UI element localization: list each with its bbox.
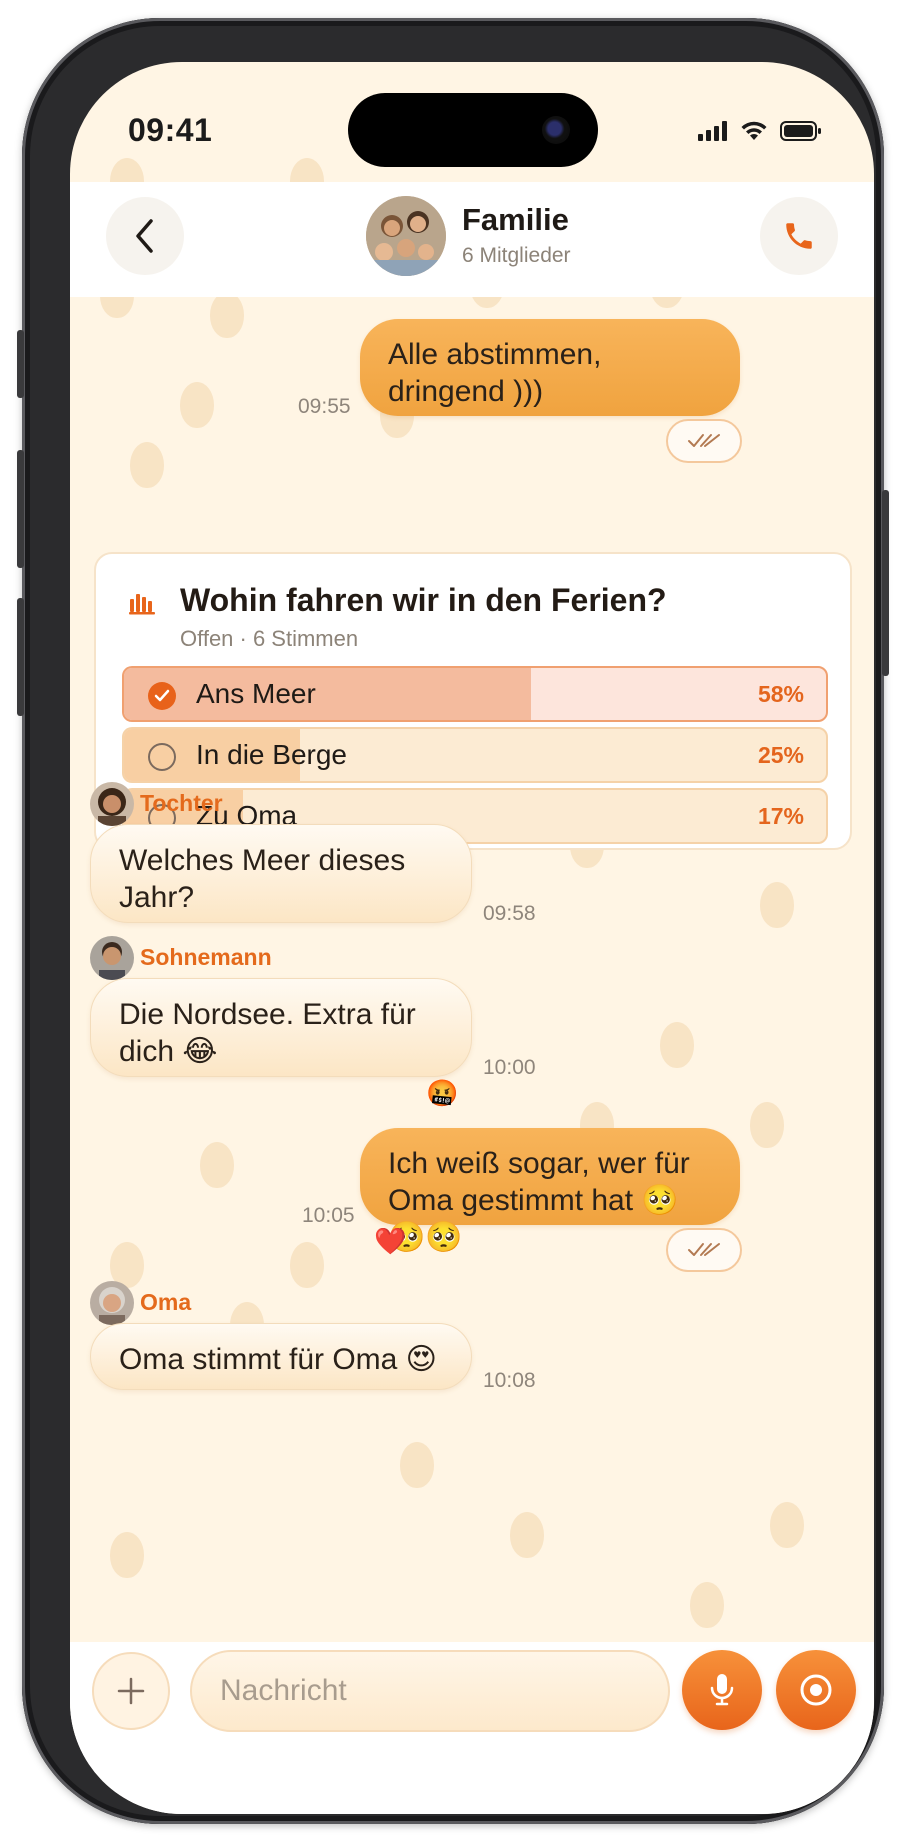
power-button — [882, 490, 889, 676]
chevron-left-icon — [136, 219, 153, 253]
grandma-avatar-icon — [90, 1281, 134, 1325]
phone-frame: 09:41 Familie 6 Mitglieder Alle abstimme… — [17, 18, 889, 1824]
attach-button[interactable] — [92, 1652, 170, 1730]
message-bubble-outgoing[interactable]: Ich weiß sogar, wer für Oma gestimmt hat… — [360, 1128, 740, 1254]
volume-up-button — [17, 450, 24, 568]
message-bubble-incoming[interactable]: Oma stimmt für Oma 😍 — [90, 1323, 472, 1390]
group-name: Familie — [462, 202, 569, 237]
message-time: 10:05 — [302, 1204, 355, 1227]
microphone-icon — [710, 1674, 734, 1706]
message-bubble-outgoing[interactable]: Alle abstimmen, dringend ))) — [360, 319, 740, 416]
chat-header: Familie 6 Mitglieder — [70, 182, 874, 297]
message-text: Alle abstimmen, dringend ))) — [388, 338, 602, 408]
voice-message-button[interactable] — [682, 1650, 762, 1730]
phone-icon — [786, 223, 812, 249]
poll-option-label: Ans Meer — [196, 678, 316, 709]
message-bubble-incoming[interactable]: Die Nordsee. Extra für dich 😂 — [90, 978, 472, 1077]
poll-option[interactable]: Ans Meer 58% — [122, 666, 828, 722]
message-composer — [70, 1642, 874, 1814]
poll-option[interactable]: In die Berge 25% — [122, 727, 828, 783]
poll-option-label: In die Berge — [196, 739, 347, 770]
poll-option-fill — [124, 668, 532, 720]
reaction-emoji[interactable]: 🤬 — [426, 1078, 458, 1108]
poll-option-percent: 17% — [757, 803, 804, 829]
avatar[interactable] — [90, 936, 134, 980]
message-time: 09:58 — [483, 902, 536, 925]
message-input[interactable] — [190, 1650, 670, 1732]
message-text: Oma stimmt für Oma 😍 — [119, 1343, 437, 1376]
message-time: 10:08 — [483, 1369, 536, 1392]
read-receipt-badge — [666, 1228, 742, 1272]
read-receipt-badge — [666, 419, 742, 463]
poll-option-percent: 58% — [757, 681, 804, 707]
volume-down-button — [17, 598, 24, 716]
avatar[interactable] — [90, 1281, 134, 1325]
son-avatar-icon — [90, 936, 134, 980]
poll-meta: Offen · 6 Stimmen — [180, 626, 359, 651]
plus-icon — [117, 1677, 145, 1705]
checkmark-icon — [148, 682, 176, 710]
radio-icon — [148, 743, 176, 771]
member-count: 6 Mitglieder — [462, 244, 571, 267]
double-check-icon — [688, 434, 720, 447]
reaction-emoji[interactable]: ❤️ — [374, 1226, 406, 1256]
silent-switch — [17, 330, 24, 398]
front-camera-icon — [542, 116, 570, 144]
message-text: Welches Meer dieses Jahr? — [119, 844, 406, 914]
record-icon — [800, 1674, 832, 1706]
sender-name: Sohnemann — [140, 944, 272, 970]
wifi-icon — [741, 121, 767, 140]
message-time: 09:55 — [298, 395, 351, 418]
call-button[interactable] — [760, 197, 838, 275]
sender-name: Tochter — [140, 790, 223, 816]
message-bubble-incoming[interactable]: Welches Meer dieses Jahr? — [90, 824, 472, 923]
record-button[interactable] — [776, 1650, 856, 1730]
status-time: 09:41 — [128, 112, 213, 148]
battery-icon — [780, 120, 821, 141]
message-time: 10:00 — [483, 1056, 536, 1079]
bar-chart-icon — [129, 594, 155, 615]
dynamic-island — [348, 93, 598, 167]
sender-name: Oma — [140, 1289, 192, 1315]
daughter-avatar-icon — [90, 782, 134, 826]
poll-option-percent: 25% — [757, 742, 804, 768]
back-button[interactable] — [106, 197, 184, 275]
message-text: Ich weiß sogar, wer für Oma gestimmt hat… — [388, 1147, 690, 1254]
double-check-icon — [688, 1243, 720, 1256]
status-bar: 09:41 — [70, 62, 874, 182]
screen: 09:41 Familie 6 Mitglieder Alle abstimme… — [70, 62, 874, 1814]
group-avatar[interactable] — [366, 196, 446, 276]
message-input-field[interactable] — [192, 1652, 668, 1730]
avatar[interactable] — [90, 782, 134, 826]
message-text: Die Nordsee. Extra für dich 😂 — [119, 998, 416, 1068]
cellular-signal-icon — [698, 120, 727, 141]
status-icons — [698, 120, 822, 141]
family-photo-icon — [366, 196, 446, 276]
poll-title: Wohin fahren wir in den Ferien? — [180, 582, 667, 618]
